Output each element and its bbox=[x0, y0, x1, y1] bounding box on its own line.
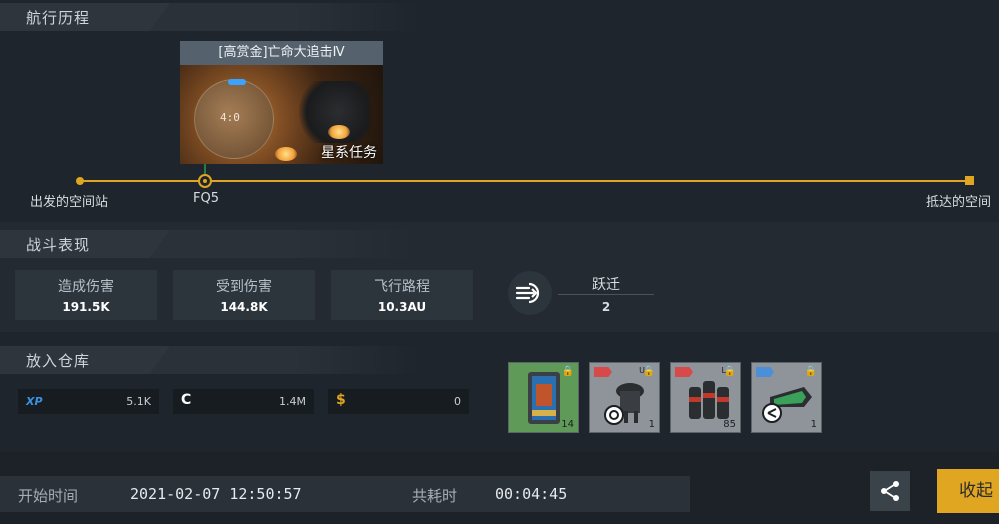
journey-section-title: 航行历程 bbox=[26, 9, 91, 27]
stat-value: 144.8K bbox=[220, 300, 268, 314]
stat-damage-taken: 受到伤害 144.8K bbox=[173, 270, 315, 320]
mission-timer: 4:0 bbox=[220, 111, 240, 124]
stat-damage-dealt: 造成伤害 191.5K bbox=[15, 270, 157, 320]
stat-flight-distance: 飞行路程 10.3AU bbox=[331, 270, 473, 320]
start-time-value: 2021-02-07 12:50:57 bbox=[130, 485, 302, 503]
warp-jump-value: 2 bbox=[601, 300, 611, 314]
item-slot[interactable]: 🔒 14 bbox=[508, 362, 579, 433]
mission-title: [高赏金]亡命大追击Ⅳ bbox=[180, 41, 383, 65]
gold-icon: $ bbox=[336, 392, 346, 408]
lock-icon: 🔒 bbox=[642, 366, 655, 377]
destination-label: 抵达的空间 bbox=[926, 195, 992, 210]
lock-icon: 🔒 bbox=[723, 366, 736, 377]
lock-icon: 🔒 bbox=[804, 366, 817, 377]
item-slot[interactable]: 🔒 1 bbox=[751, 362, 822, 433]
duration-label: 共耗时 bbox=[412, 487, 458, 505]
rarity-badge bbox=[756, 367, 774, 377]
warehouse-section-title: 放入仓库 bbox=[26, 352, 91, 370]
stat-label: 受到伤害 bbox=[216, 279, 272, 295]
rarity-badge bbox=[594, 367, 612, 377]
waypoint-node[interactable] bbox=[198, 174, 212, 188]
combat-section-header: 战斗表现 bbox=[0, 230, 420, 258]
journey-section-header: 航行历程 bbox=[0, 3, 420, 31]
stat-label: 飞行路程 bbox=[374, 279, 430, 295]
mission-connector bbox=[204, 164, 206, 174]
warp-jump-icon bbox=[508, 271, 552, 315]
share-icon bbox=[881, 481, 899, 501]
xp-value: 5.1K bbox=[126, 395, 151, 408]
gold-value: 0 bbox=[454, 395, 461, 408]
footer-info-bar bbox=[0, 476, 690, 512]
duration-value: 00:04:45 bbox=[495, 485, 568, 503]
progress-arc bbox=[228, 79, 246, 85]
origin-node bbox=[76, 177, 84, 185]
fridge-module-icon bbox=[528, 372, 560, 424]
route-line bbox=[80, 180, 970, 182]
item-count: 14 bbox=[561, 419, 574, 430]
stat-label: 造成伤害 bbox=[58, 279, 114, 295]
destination-node bbox=[965, 176, 974, 185]
lock-icon: 🔒 bbox=[561, 366, 574, 377]
mission-tag: 星系任务 bbox=[321, 145, 377, 161]
warp-jump-label: 跃迁 bbox=[592, 277, 620, 293]
engine-glow bbox=[275, 147, 297, 161]
credits-resource: C 1.4M bbox=[173, 389, 314, 414]
divider bbox=[558, 294, 654, 295]
stat-value: 10.3AU bbox=[377, 300, 427, 314]
missile-module-icon bbox=[762, 387, 812, 423]
credits-value: 1.4M bbox=[279, 395, 306, 408]
share-button[interactable] bbox=[870, 471, 910, 511]
warehouse-section-header: 放入仓库 bbox=[0, 346, 420, 374]
item-count: 1 bbox=[648, 419, 655, 430]
mission-card[interactable]: [高赏金]亡命大追击Ⅳ 4:0 星系任务 bbox=[180, 41, 383, 164]
item-count: 85 bbox=[723, 419, 736, 430]
item-slot[interactable]: U 🔒 1 bbox=[589, 362, 660, 433]
xp-resource: XP 5.1K bbox=[18, 389, 159, 414]
gold-resource: $ 0 bbox=[328, 389, 469, 414]
turret-module-icon bbox=[604, 383, 644, 425]
origin-label: 出发的空间站 bbox=[30, 195, 109, 210]
xp-icon: XP bbox=[26, 395, 43, 408]
item-count: 1 bbox=[810, 419, 817, 430]
item-slot[interactable]: L 🔒 85 bbox=[670, 362, 741, 433]
combat-section-title: 战斗表现 bbox=[26, 236, 91, 254]
collect-button[interactable]: 收起 bbox=[937, 469, 999, 513]
credits-icon: C bbox=[181, 392, 192, 408]
engine-glow bbox=[328, 125, 350, 139]
start-time-label: 开始时间 bbox=[18, 487, 79, 505]
stat-value: 191.5K bbox=[62, 300, 110, 314]
waypoint-label: FQ5 bbox=[193, 191, 219, 206]
